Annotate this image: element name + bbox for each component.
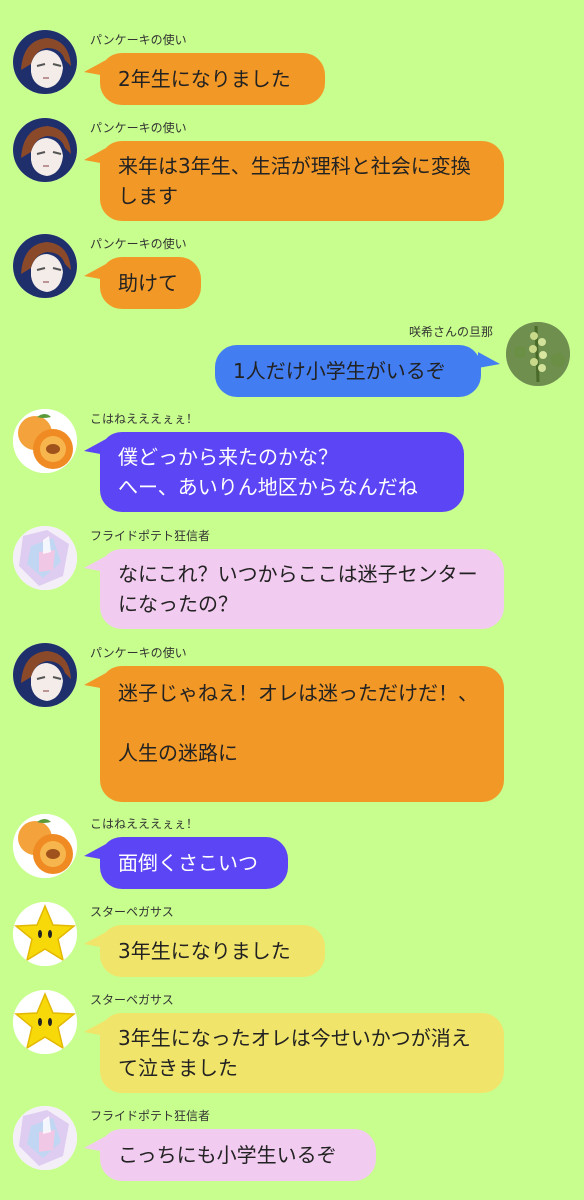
pastel-crystal-icon[interactable] (13, 526, 77, 590)
message-bubble[interactable]: 3年生になったオレは今せいかつが消えて泣きました (100, 1013, 504, 1093)
message-bubble[interactable]: 迷子じゃねえ！オレは迷っただけだ！、 人生の迷路に (100, 666, 504, 802)
star-icon[interactable] (13, 990, 77, 1054)
message-bubble[interactable]: 2年生になりました (100, 53, 325, 105)
message-bubble[interactable]: 助けて (100, 257, 201, 309)
message-bubble[interactable]: こっちにも小学生いるぞ (100, 1129, 376, 1181)
apricot-icon[interactable] (13, 814, 77, 878)
message-bubble[interactable]: 面倒くさこいつ (100, 837, 288, 889)
apricot-icon[interactable] (13, 409, 77, 473)
sender-name: パンケーキの使い (90, 646, 187, 660)
plant-icon[interactable] (506, 322, 570, 386)
sender-name: パンケーキの使い (90, 33, 187, 47)
pastel-crystal-icon[interactable] (13, 1106, 77, 1170)
sender-name: スターペガサス (90, 993, 174, 1007)
message-bubble[interactable]: 僕どっから来たのかな？ へー、あいりん地区からなんだね (100, 432, 464, 512)
anime-boy-icon[interactable] (13, 118, 77, 182)
chat-screen: { "messages": [ {"sender": "パンケーキの使い", "… (0, 0, 584, 1200)
sender-name: こはねえええぇぇ！ (90, 817, 199, 831)
anime-boy-icon[interactable] (13, 234, 77, 298)
sender-name: フライドポテト狂信者 (90, 1109, 211, 1123)
anime-boy-icon[interactable] (13, 30, 77, 94)
message-bubble[interactable]: 3年生になりました (100, 925, 325, 977)
sender-name: スターペガサス (90, 905, 174, 919)
star-icon[interactable] (13, 902, 77, 966)
sender-name: 咲希さんの旦那 (408, 325, 493, 339)
sender-name: パンケーキの使い (90, 237, 187, 251)
sender-name: パンケーキの使い (90, 121, 187, 135)
anime-boy-icon[interactable] (13, 643, 77, 707)
sender-name: フライドポテト狂信者 (90, 529, 211, 543)
sender-name: こはねえええぇぇ！ (90, 412, 199, 426)
bubble-tail (478, 352, 500, 368)
message-bubble[interactable]: 来年は3年生、生活が理科と社会に変換します (100, 141, 504, 221)
message-bubble[interactable]: 1人だけ小学生がいるぞ (215, 345, 481, 397)
message-bubble[interactable]: なにこれ？いつからここは迷子センターになったの？ (100, 549, 504, 629)
